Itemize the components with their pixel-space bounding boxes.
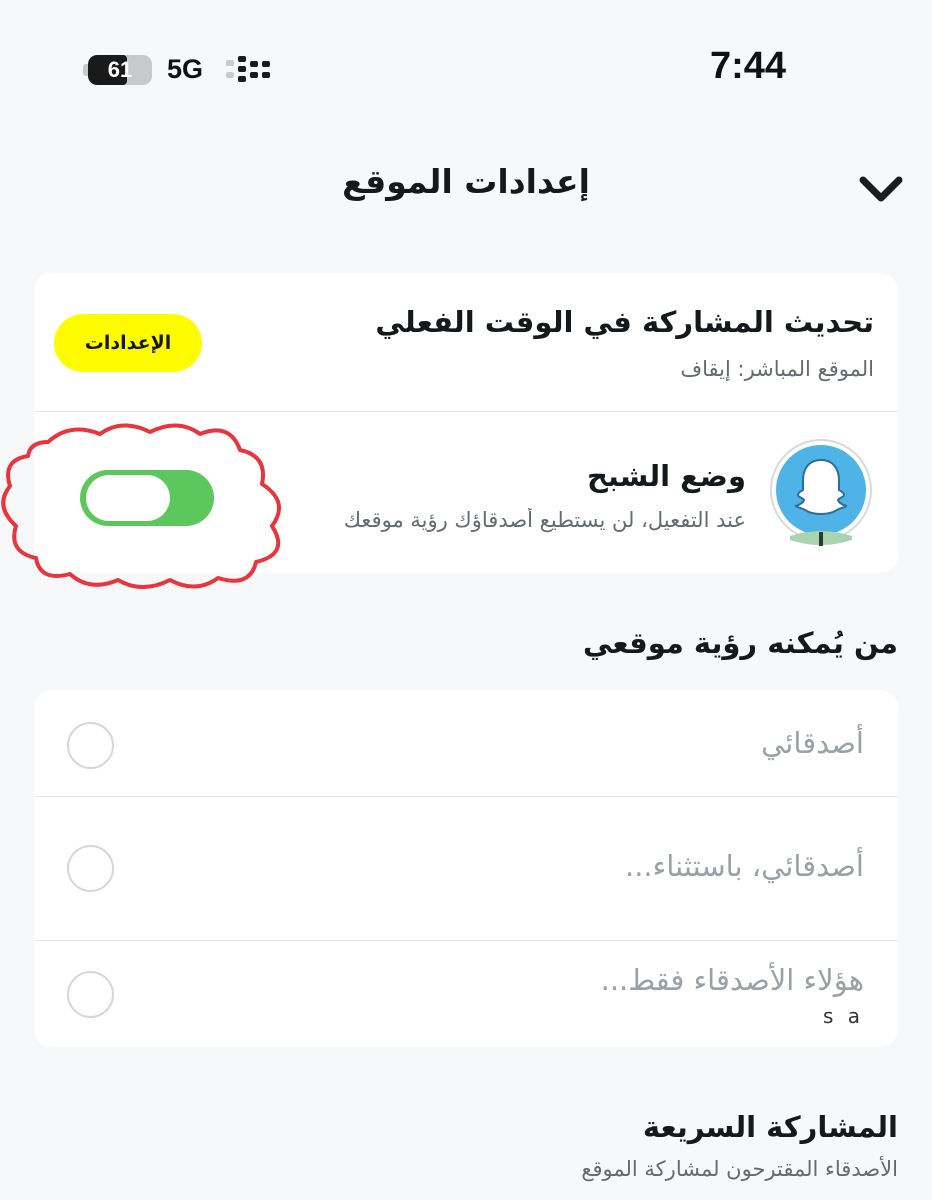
radio-only-these[interactable] [67,971,114,1018]
network-type: 5G [167,54,204,84]
visibility-options-card: أصدقائي أصدقائي، باستثناء... هؤلاء الأصد… [34,690,898,1047]
status-bar: 61 5G 7:44 [0,0,932,140]
ghost-icon [770,439,872,546]
battery-level: 61 [107,57,133,82]
live-sharing-title: تحديث المشاركة في الوقت الفعلي [375,305,874,339]
visibility-option-friends-except[interactable]: أصدقائي، باستثناء... [34,797,898,940]
battery-cap [83,64,88,76]
ghost-mode-toggle[interactable] [80,470,214,526]
status-time: 7:44 [710,45,787,87]
option-label: أصدقائي [761,726,864,760]
battery-icon: 61 [88,55,152,85]
signal-icon [226,56,270,82]
option-sub: s a [822,1004,864,1028]
radio-friends-except[interactable] [67,845,114,892]
option-label: هؤلاء الأصدقاء فقط... [600,963,864,997]
toggle-knob [86,475,170,521]
ghost-mode-subtitle: عند التفعيل، لن يستطيع أصدقاؤك رؤية موقع… [343,508,746,532]
visibility-option-friends[interactable]: أصدقائي [34,690,898,796]
ghost-mode-row: وضع الشبح عند التفعيل، لن يستطيع أصدقاؤك… [34,412,898,573]
live-sharing-row: تحديث المشاركة في الوقت الفعلي الموقع ال… [34,273,898,411]
visibility-section-title: من يُمكنه رؤية موقعي [583,626,898,660]
radio-friends[interactable] [67,722,114,769]
settings-button[interactable]: الإعدادات [54,314,202,372]
quick-share-subtitle: الأصدقاء المقترحون لمشاركة الموقع [581,1157,898,1181]
location-settings-card: تحديث المشاركة في الوقت الفعلي الموقع ال… [34,273,898,573]
chevron-down-icon[interactable] [853,168,909,208]
ghost-mode-subtitle-clip: عند التفعيل، لن يستطيع أصدقاؤك رؤية موقع… [271,508,746,540]
visibility-option-only-these[interactable]: هؤلاء الأصدقاء فقط... s a [34,941,898,1047]
quick-share-title: المشاركة السريعة [642,1110,898,1144]
live-sharing-status: الموقع المباشر: إيقاف [680,357,874,381]
ghost-mode-title: وضع الشبح [586,459,746,493]
option-label: أصدقائي، باستثناء... [624,849,864,883]
page-title: إعدادات الموقع [342,162,590,201]
